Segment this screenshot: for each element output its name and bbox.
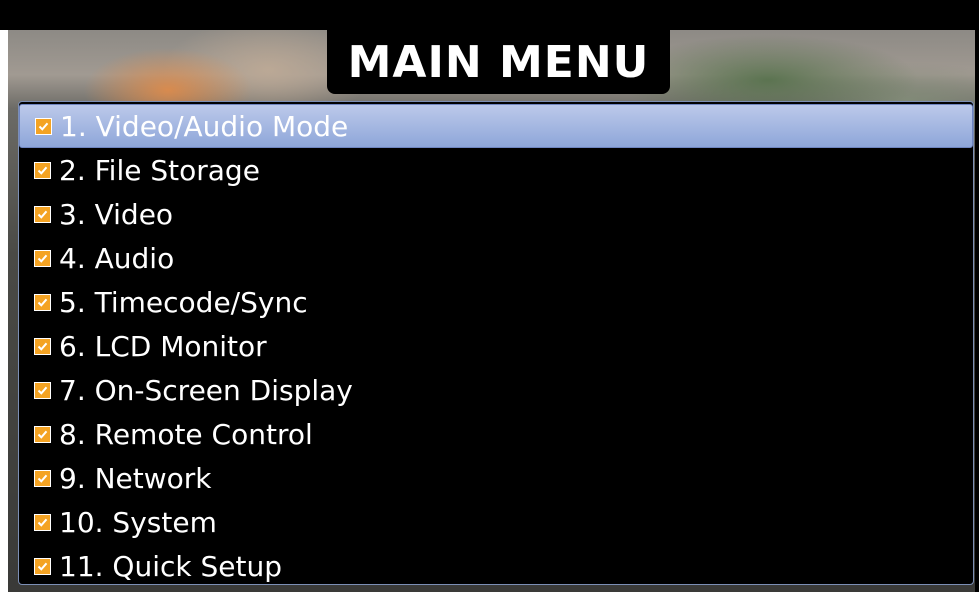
page-title: MAIN MENU [347, 36, 650, 88]
menu-item[interactable]: 7. On-Screen Display [19, 368, 973, 412]
menu-item-label: 3. Video [59, 197, 174, 231]
menu-item[interactable]: 5. Timecode/Sync [19, 280, 973, 324]
menu-item[interactable]: 9. Network [19, 456, 973, 500]
title-box: MAIN MENU [327, 30, 670, 94]
menu-item-label: 6. LCD Monitor [59, 329, 267, 363]
menu-item-label: 2. File Storage [59, 153, 260, 187]
menu-item-label: 8. Remote Control [59, 417, 313, 451]
main-menu-panel: 1. Video/Audio Mode 2. File Storage 3. Vid… [18, 101, 974, 585]
menu-item[interactable]: 10. System [19, 500, 973, 544]
right-edge [975, 30, 979, 592]
menu-item[interactable]: 11. Quick Setup [19, 544, 973, 588]
checkbox-checked-icon [34, 425, 51, 443]
menu-item[interactable]: 4. Audio [19, 236, 973, 280]
menu-item[interactable]: 2. File Storage [19, 148, 973, 192]
menu-item[interactable]: 8. Remote Control [19, 412, 973, 456]
checkbox-checked-icon [35, 117, 52, 135]
menu-item[interactable]: 6. LCD Monitor [19, 324, 973, 368]
top-bar [0, 0, 979, 30]
checkbox-checked-icon [34, 381, 51, 399]
menu-item[interactable]: 3. Video [19, 192, 973, 236]
checkbox-checked-icon [34, 205, 51, 223]
menu-item[interactable]: 1. Video/Audio Mode [19, 104, 973, 148]
checkbox-checked-icon [34, 337, 51, 355]
checkbox-checked-icon [34, 293, 51, 311]
menu-item-label: 5. Timecode/Sync [59, 285, 308, 319]
menu-item-label: 4. Audio [59, 241, 175, 275]
checkbox-checked-icon [34, 161, 51, 179]
menu-item-label: 1. Video/Audio Mode [60, 109, 349, 143]
checkbox-checked-icon [34, 513, 51, 531]
menu-item-label: 9. Network [59, 461, 212, 495]
checkbox-checked-icon [34, 469, 51, 487]
menu-item-label: 7. On-Screen Display [59, 373, 353, 407]
checkbox-checked-icon [34, 557, 51, 575]
checkbox-checked-icon [34, 249, 51, 267]
menu-item-label: 10. System [59, 505, 217, 539]
menu-item-label: 11. Quick Setup [59, 549, 283, 583]
